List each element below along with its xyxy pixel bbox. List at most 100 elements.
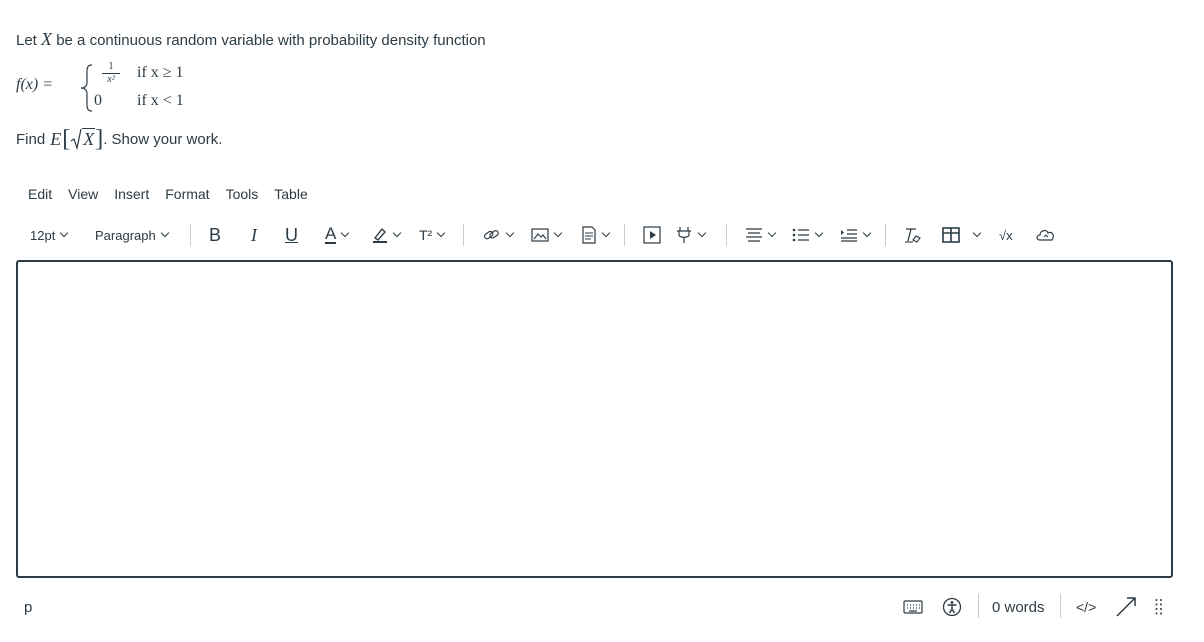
image-button[interactable]	[531, 222, 563, 248]
bold-button[interactable]: B	[209, 222, 221, 248]
underline-button[interactable]: U	[285, 222, 298, 248]
toolbar-separator	[463, 224, 464, 246]
expand-icon	[1116, 597, 1136, 617]
chevron-down-icon	[697, 228, 707, 238]
find-prefix: Find	[16, 130, 46, 148]
resize-handle[interactable]	[1154, 596, 1164, 618]
table-icon	[942, 227, 960, 243]
chevron-down-icon	[505, 228, 515, 238]
menu-tools[interactable]: Tools	[226, 186, 259, 202]
document-button[interactable]	[581, 222, 611, 248]
menu-view[interactable]: View	[68, 186, 98, 202]
word-count[interactable]: 0 words	[992, 596, 1045, 618]
question-find: Find E [ X ] . Show your work.	[16, 126, 223, 152]
pdf-lhs: f(x) =	[16, 76, 53, 93]
chevron-down-icon	[601, 228, 611, 238]
open-bracket: [	[62, 126, 71, 152]
case1-denominator: x²	[107, 74, 115, 85]
clear-formatting-button[interactable]	[904, 222, 922, 248]
editor-menubar: Edit View Insert Format Tools Table	[28, 186, 324, 202]
equation-icon: √x	[999, 227, 1013, 243]
superscript-button[interactable]: T²	[419, 222, 446, 248]
toolbar-separator	[726, 224, 727, 246]
fullscreen-button[interactable]	[1115, 596, 1137, 618]
chevron-down-icon	[160, 228, 169, 238]
italic-button[interactable]: I	[251, 222, 257, 248]
font-size-label: 12pt	[30, 227, 56, 243]
align-icon	[746, 228, 762, 242]
menu-format[interactable]: Format	[165, 186, 209, 202]
question-intro: Let X be a continuous random variable wi…	[16, 29, 486, 50]
html-toggle-label: </>	[1076, 599, 1097, 615]
status-separator	[1060, 594, 1061, 618]
case2-value: 0	[94, 92, 102, 109]
keyboard-icon	[903, 600, 923, 614]
text-color-button[interactable]: A	[325, 222, 350, 248]
drag-handle-icon	[1155, 599, 1162, 615]
menu-table[interactable]: Table	[274, 186, 307, 202]
cloud-icon	[1036, 229, 1054, 241]
menu-edit[interactable]: Edit	[28, 186, 52, 202]
case1-numerator: 1	[108, 61, 114, 72]
left-brace-icon	[80, 64, 93, 112]
link-button[interactable]	[483, 222, 515, 248]
case2-condition: if x < 1	[137, 92, 184, 109]
indent-icon	[841, 229, 857, 242]
rich-text-editor-area[interactable]	[16, 260, 1173, 578]
font-size-select[interactable]: 12pt	[30, 222, 69, 248]
link-icon	[483, 230, 499, 240]
indent-button[interactable]	[840, 222, 872, 248]
bullet-list-icon	[792, 228, 809, 242]
status-separator	[978, 594, 979, 618]
find-suffix: . Show your work.	[103, 130, 223, 148]
chevron-down-icon	[972, 228, 982, 238]
intro-suffix: be a continuous random variable with pro…	[56, 32, 486, 49]
accessibility-icon	[942, 597, 962, 617]
document-icon	[582, 226, 596, 244]
equation-button[interactable]: √x	[999, 222, 1013, 248]
apps-button[interactable]	[675, 222, 707, 248]
italic-icon: I	[251, 224, 257, 245]
media-button[interactable]	[643, 222, 661, 248]
highlighter-icon	[373, 227, 387, 243]
upload-cloud-button[interactable]	[1035, 222, 1057, 248]
media-icon	[643, 226, 661, 244]
toolbar-separator	[885, 224, 886, 246]
chevron-down-icon	[553, 228, 563, 238]
html-editor-toggle[interactable]: </>	[1076, 596, 1096, 618]
bold-icon: B	[209, 224, 222, 245]
clear-formatting-icon	[905, 228, 921, 243]
block-format-select[interactable]: Paragraph	[95, 222, 169, 248]
table-button[interactable]	[942, 222, 982, 248]
intro-variable: X	[41, 29, 53, 49]
chevron-down-icon	[60, 228, 69, 238]
element-path-label: p	[24, 598, 33, 616]
chevron-down-icon	[814, 228, 824, 238]
sqrt-icon	[70, 128, 82, 150]
plug-icon	[677, 227, 691, 243]
align-button[interactable]	[745, 222, 777, 248]
pdf-definition: f(x) = 1 x² if x ≥ 1 0 if x < 1	[16, 62, 316, 114]
highlight-color-button[interactable]	[372, 222, 402, 248]
accessibility-checker-button[interactable]	[942, 596, 962, 618]
keyboard-shortcuts-button[interactable]	[903, 596, 923, 618]
block-format-label: Paragraph	[95, 227, 156, 243]
expectation-symbol: E	[50, 128, 62, 149]
case1-fraction: 1 x²	[100, 62, 122, 85]
editor-toolbar: 12pt Paragraph B I U A T² √x	[22, 222, 1172, 248]
word-count-label: 0 words	[992, 598, 1045, 616]
list-button[interactable]	[792, 222, 824, 248]
chevron-down-icon	[862, 228, 872, 238]
chevron-down-icon	[767, 228, 777, 238]
chevron-down-icon	[436, 228, 446, 238]
chevron-down-icon	[392, 228, 402, 238]
underline-icon: U	[285, 224, 298, 245]
intro-prefix: Let	[16, 32, 37, 49]
toolbar-separator	[624, 224, 625, 246]
sqrt-argument: X	[82, 128, 96, 149]
superscript-icon: T²	[419, 227, 433, 243]
element-path[interactable]: p	[24, 596, 32, 618]
menu-insert[interactable]: Insert	[114, 186, 149, 202]
case1-condition: if x ≥ 1	[137, 64, 184, 81]
text-color-icon: A	[325, 224, 337, 244]
